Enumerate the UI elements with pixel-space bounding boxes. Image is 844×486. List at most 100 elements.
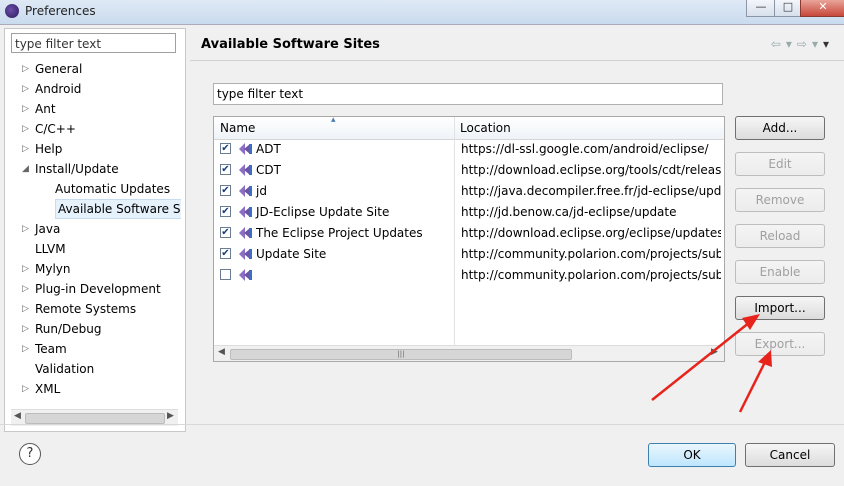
site-location: http://community.polarion.com/projects/s… [461,268,721,282]
table-row[interactable]: ✔ Update Site http://community.polarion.co… [214,244,724,265]
title-bar: Preferences — □ ✕ [0,0,844,25]
collapsed-arrow-icon[interactable]: ▷ [22,59,34,79]
view-menu-icon[interactable]: ▾ [823,37,834,51]
tree-item[interactable]: ▷ Mylyn [5,259,181,279]
tree-item[interactable]: Available Software Sit [5,199,181,219]
remove-button[interactable]: Remove [735,188,825,212]
tree-item[interactable]: ▷ Remote Systems [5,299,181,319]
tree-item-label: Java [35,222,61,236]
update-site-icon [239,227,252,239]
tree-item-label: Plug-in Development [35,282,161,296]
site-enabled-checkbox[interactable]: ✔ [220,164,231,175]
column-header-location[interactable]: Location [460,117,511,139]
site-enabled-checkbox[interactable]: ✔ [220,185,231,196]
forward-menu-icon[interactable]: ▾ [812,37,823,51]
tree-item[interactable]: ▷ Team [5,339,181,359]
tree-item[interactable]: ▷ Ant [5,99,181,119]
scroll-thumb[interactable] [25,413,165,424]
add-button[interactable]: Add... [735,116,825,140]
collapsed-arrow-icon[interactable]: ▷ [22,259,34,279]
update-site-icon [239,164,252,176]
tree-item[interactable]: ▷ Java [5,219,181,239]
tree-item[interactable]: ▷ Help [5,139,181,159]
tree-item-label: Help [35,142,63,156]
tree-item-label: Ant [35,102,56,116]
footer-separator [0,424,844,425]
table-horizontal-scrollbar[interactable]: ◀ ||| ▶ [214,345,724,361]
tree-item-label: Mylyn [35,262,71,276]
collapsed-arrow-icon[interactable]: ▷ [22,379,34,399]
table-row[interactable]: ✔ ADT https://dl-ssl.google.com/android/ec… [214,139,724,160]
import-button[interactable]: Import... [735,296,825,320]
page-title: Available Software Sites [201,37,380,52]
expanded-arrow-icon[interactable]: ◢ [22,159,34,179]
tree-item-label: LLVM [35,242,66,256]
scroll-left-icon[interactable]: ◀ [218,347,225,357]
site-location: http://community.polarion.com/projects/s… [461,247,721,261]
table-row[interactable]: ✔ The Eclipse Project Updates http://downl… [214,223,724,244]
collapsed-arrow-icon[interactable]: ▷ [22,219,34,239]
table-body: ✔ ADT https://dl-ssl.google.com/android/ec… [214,139,724,286]
tree-filter-input[interactable]: type filter text [11,33,176,53]
site-enabled-checkbox[interactable] [220,269,231,280]
collapsed-arrow-icon[interactable]: ▷ [22,279,34,299]
table-header: ▴ Name Location [214,117,724,140]
tree-item[interactable]: ▷ Run/Debug [5,319,181,339]
title-separator [190,60,844,61]
collapsed-arrow-icon[interactable]: ▷ [22,319,34,339]
tree-item[interactable]: ▷ C/C++ [5,119,181,139]
help-icon[interactable]: ? [19,443,41,465]
collapsed-arrow-icon[interactable]: ▷ [22,339,34,359]
reload-button[interactable]: Reload [735,224,825,248]
site-name: CDT [256,163,281,177]
column-header-name[interactable]: Name [220,117,255,139]
table-row[interactable]: http://community.polarion.com/projects/s… [214,265,724,286]
scroll-right-icon[interactable]: ▶ [167,411,174,421]
update-site-icon [239,143,252,155]
back-menu-icon[interactable]: ▾ [786,37,797,51]
update-site-icon [239,206,252,218]
scroll-thumb[interactable]: ||| [230,349,572,360]
cancel-button[interactable]: Cancel [745,443,835,467]
minimize-button[interactable]: — [746,0,776,17]
collapsed-arrow-icon[interactable]: ▷ [22,119,34,139]
collapsed-arrow-icon[interactable]: ▷ [22,299,34,319]
tree-item[interactable]: ◢ Install/Update [5,159,181,179]
back-icon[interactable]: ⇦ [771,37,786,51]
ok-button[interactable]: OK [648,443,736,467]
scroll-left-icon[interactable]: ◀ [14,411,21,421]
site-location: http://java.decompiler.free.fr/jd-eclips… [461,184,721,198]
table-row[interactable]: ✔ CDT http://download.eclipse.org/tools/cd… [214,160,724,181]
collapsed-arrow-icon[interactable]: ▷ [22,139,34,159]
tree-item[interactable]: ▷ General [5,59,181,79]
export-button[interactable]: Export... [735,332,825,356]
site-enabled-checkbox[interactable]: ✔ [220,248,231,259]
site-name: ADT [256,142,281,156]
edit-button[interactable]: Edit [735,152,825,176]
preferences-tree: ▷ General ▷ Android ▷ Ant ▷ C/C++ ▷ Help ◢ Install/… [5,59,181,399]
site-name: JD-Eclipse Update Site [256,205,390,219]
tree-item[interactable]: Automatic Updates [5,179,181,199]
collapsed-arrow-icon[interactable]: ▷ [22,99,34,119]
page-navigation: ⇦▾⇨▾▾ [771,37,834,51]
table-row[interactable]: ✔ jd http://java.decompiler.free.fr/jd-ecl… [214,181,724,202]
tree-item[interactable]: Validation [5,359,181,379]
eclipse-icon [5,4,19,18]
collapsed-arrow-icon[interactable]: ▷ [22,79,34,99]
forward-icon[interactable]: ⇨ [797,37,812,51]
site-enabled-checkbox[interactable]: ✔ [220,143,231,154]
enable-button[interactable]: Enable [735,260,825,284]
close-button[interactable]: ✕ [800,0,844,17]
site-filter-input[interactable]: type filter text [213,83,723,105]
maximize-button[interactable]: □ [774,0,802,17]
tree-item[interactable]: ▷ XML [5,379,181,399]
tree-item[interactable]: ▷ Plug-in Development [5,279,181,299]
scroll-right-icon[interactable]: ▶ [711,347,718,357]
table-row[interactable]: ✔ JD-Eclipse Update Site http://jd.benow.c… [214,202,724,223]
tree-item[interactable]: ▷ Android [5,79,181,99]
tree-item[interactable]: LLVM [5,239,181,259]
site-enabled-checkbox[interactable]: ✔ [220,206,231,217]
site-location: https://dl-ssl.google.com/android/eclips… [461,142,709,156]
site-location: http://download.eclipse.org/eclipse/upda… [461,226,721,240]
site-enabled-checkbox[interactable]: ✔ [220,227,231,238]
